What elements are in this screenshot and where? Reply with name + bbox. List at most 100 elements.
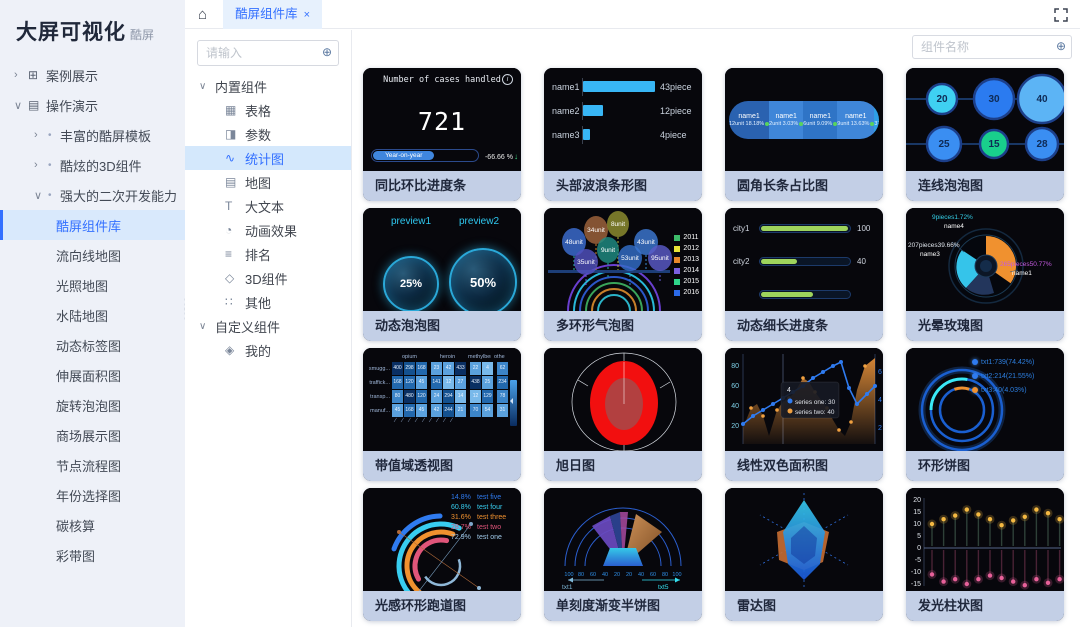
heatmap-cell[interactable]: 22 — [470, 362, 481, 375]
chevron-right-icon[interactable]: › — [34, 159, 48, 171]
heatmap-cell[interactable]: 70 — [470, 404, 481, 417]
heatmap-cell[interactable]: 23 — [431, 362, 442, 375]
heatmap-cell[interactable]: 45 — [416, 404, 427, 417]
tree-item[interactable]: ◨参数 — [185, 122, 351, 146]
tree-item[interactable]: ◔动画效果 — [185, 218, 351, 242]
param-icon: ◨ — [225, 127, 245, 141]
component-search-input[interactable] — [912, 35, 1072, 59]
sidebar-item[interactable]: ∨•强大的二次开发能力 — [0, 180, 185, 210]
heatmap-cell[interactable]: 31 — [497, 404, 508, 417]
component-card[interactable]: Number of cases handled i 721 Year-on-ye… — [363, 68, 521, 201]
heatmap-cell[interactable]: 168 — [392, 376, 403, 389]
component-card[interactable]: city1 100 city2 40 动态细长进度条 — [725, 208, 883, 341]
heatmap-cell[interactable]: 42 — [443, 362, 454, 375]
tree-group[interactable]: ∨内置组件 — [185, 74, 351, 98]
sidebar-item[interactable]: ∨▤操作演示 — [0, 90, 185, 120]
heatmap-cell[interactable]: 244 — [443, 404, 454, 417]
heatmap-cell[interactable]: 400 — [392, 362, 403, 375]
tree-item[interactable]: ▤地图 — [185, 170, 351, 194]
sidebar-item[interactable]: 光照地图 — [0, 270, 185, 300]
component-card[interactable]: preview1 preview2 25% 50% 动态泡泡图 — [363, 208, 521, 341]
tree-item-label: 其他 — [245, 293, 271, 312]
heatmap-cell[interactable]: 45 — [392, 404, 403, 417]
tree-item[interactable]: T大文本 — [185, 194, 351, 218]
search-locate-icon[interactable]: ⊕ — [1056, 39, 1066, 53]
heatmap-cell[interactable]: 234 — [497, 376, 508, 389]
sidebar-item[interactable]: ›•酷炫的3D组件 — [0, 150, 185, 180]
sidebar-item[interactable]: 水陆地图 — [0, 300, 185, 330]
heatmap-cell[interactable]: 12 — [470, 390, 481, 403]
sidebar-item[interactable]: 旋转泡泡图 — [0, 390, 185, 420]
heatmap-cell[interactable]: 24 — [431, 390, 442, 403]
close-icon[interactable]: × — [304, 9, 310, 21]
locate-icon[interactable]: ⊕ — [322, 45, 332, 59]
heatmap-cell[interactable]: 129 — [482, 390, 493, 403]
chevron-down-icon[interactable]: ∨ — [199, 321, 215, 332]
heatmap-cell[interactable]: 120 — [416, 390, 427, 403]
heatmap-cell[interactable]: 42 — [431, 404, 442, 417]
component-card[interactable]: 旭日图 — [544, 348, 702, 481]
component-card[interactable]: 48unit 34unit 8unit 9unit 35unit 53unit … — [544, 208, 702, 341]
sidebar-item[interactable]: 彩带图 — [0, 540, 185, 570]
heatmap-cell[interactable]: 62 — [497, 362, 508, 375]
home-icon[interactable]: ⌂ — [198, 6, 207, 23]
sidebar-item[interactable]: ›⊞案例展示 — [0, 60, 185, 90]
component-card[interactable]: name1 43piece name2 12piece name3 4piece — [544, 68, 702, 201]
heatmap-cell[interactable]: 14 — [455, 390, 466, 403]
tree-item[interactable]: ≡排名 — [185, 242, 351, 266]
component-card[interactable]: 20 30 40 25 15 28 连线泡泡图 — [906, 68, 1064, 201]
heatmap-cell[interactable]: 298 — [404, 362, 415, 375]
chevron-down-icon[interactable]: ∨ — [199, 81, 215, 92]
component-card[interactable]: txt1:739(74.42%)txt2:214(21.55%)txt3:40(… — [906, 348, 1064, 481]
tree-item[interactable]: ▦表格 — [185, 98, 351, 122]
tree-search-input[interactable] — [197, 40, 339, 66]
component-tree: ∨内置组件▦表格◨参数∿统计图▤地图T大文本◔动画效果≡排名◇3D组件∷其他∨自… — [185, 74, 351, 362]
tree-group[interactable]: ∨自定义组件 — [185, 314, 351, 338]
component-card[interactable]: 20151050-5-10-15 发光柱状图 — [906, 488, 1064, 621]
sidebar-item[interactable]: ›•丰富的酷屏模板 — [0, 120, 185, 150]
heatmap-cell[interactable]: 80 — [392, 390, 403, 403]
tab-component-library[interactable]: 酷屏组件库× — [223, 0, 322, 29]
component-card[interactable]: 雷达图 — [725, 488, 883, 621]
tree-item[interactable]: ∿统计图 — [185, 146, 351, 170]
heatmap-cell[interactable]: 168 — [404, 404, 415, 417]
component-card[interactable]: 14.8%test five60.8%test four31.6%test th… — [363, 488, 521, 621]
heatmap-cell[interactable]: 25 — [482, 376, 493, 389]
sidebar-item[interactable]: 商场展示图 — [0, 420, 185, 450]
heatmap-cell[interactable]: 12 — [443, 376, 454, 389]
heatmap-cell[interactable]: 294 — [443, 390, 454, 403]
component-card[interactable]: 80 60 40 20 6 4 2 — [725, 348, 883, 481]
heatmap-cell[interactable]: 120 — [404, 376, 415, 389]
legend-swatch — [674, 235, 680, 241]
heatmap-cell[interactable]: 45 — [416, 376, 427, 389]
heatmap-cell[interactable]: 21 — [455, 404, 466, 417]
heatmap-cell[interactable]: 4 — [482, 362, 493, 375]
heatmap-cell[interactable]: 27 — [455, 376, 466, 389]
component-card[interactable]: name112unit 18.18% name12unit 3.03% name… — [725, 68, 883, 201]
chevron-down-icon[interactable]: ∨ — [14, 99, 28, 112]
sidebar-item[interactable]: 碳核算 — [0, 510, 185, 540]
tree-item[interactable]: ∷其他 — [185, 290, 351, 314]
sidebar-item[interactable]: 流向线地图 — [0, 240, 185, 270]
sidebar-item[interactable]: 伸展面积图 — [0, 360, 185, 390]
heatmap-cell[interactable]: 141 — [431, 376, 442, 389]
chevron-right-icon[interactable]: › — [34, 129, 48, 141]
component-card[interactable]: opiumheroinmethylben...others smugg...40… — [363, 348, 521, 481]
heatmap-cell[interactable]: 54 — [482, 404, 493, 417]
heatmap-cell[interactable]: 438 — [470, 376, 481, 389]
heatmap-cell[interactable]: 480 — [404, 390, 415, 403]
component-card[interactable]: 1008060402020406080100 txt1 txt5 单刻度渐变半饼… — [544, 488, 702, 621]
tree-item[interactable]: ◈我的 — [185, 338, 351, 362]
chevron-down-icon[interactable]: ∨ — [34, 189, 48, 202]
segment: name137unit 56.06% — [874, 101, 879, 139]
fullscreen-icon[interactable] — [1054, 8, 1068, 27]
tree-item[interactable]: ◇3D组件 — [185, 266, 351, 290]
component-card[interactable]: 9pieces1.72%name4 207pieces39.66%name3 2… — [906, 208, 1064, 341]
sidebar-item[interactable]: 动态标签图 — [0, 330, 185, 360]
sidebar-item[interactable]: 节点流程图 — [0, 450, 185, 480]
sidebar-item[interactable]: 年份选择图 — [0, 480, 185, 510]
sidebar-item[interactable]: 酷屏组件库 — [0, 210, 185, 240]
chevron-right-icon[interactable]: › — [14, 69, 28, 81]
heatmap-cell[interactable]: 168 — [416, 362, 427, 375]
heatmap-cell[interactable]: 433 — [455, 362, 466, 375]
